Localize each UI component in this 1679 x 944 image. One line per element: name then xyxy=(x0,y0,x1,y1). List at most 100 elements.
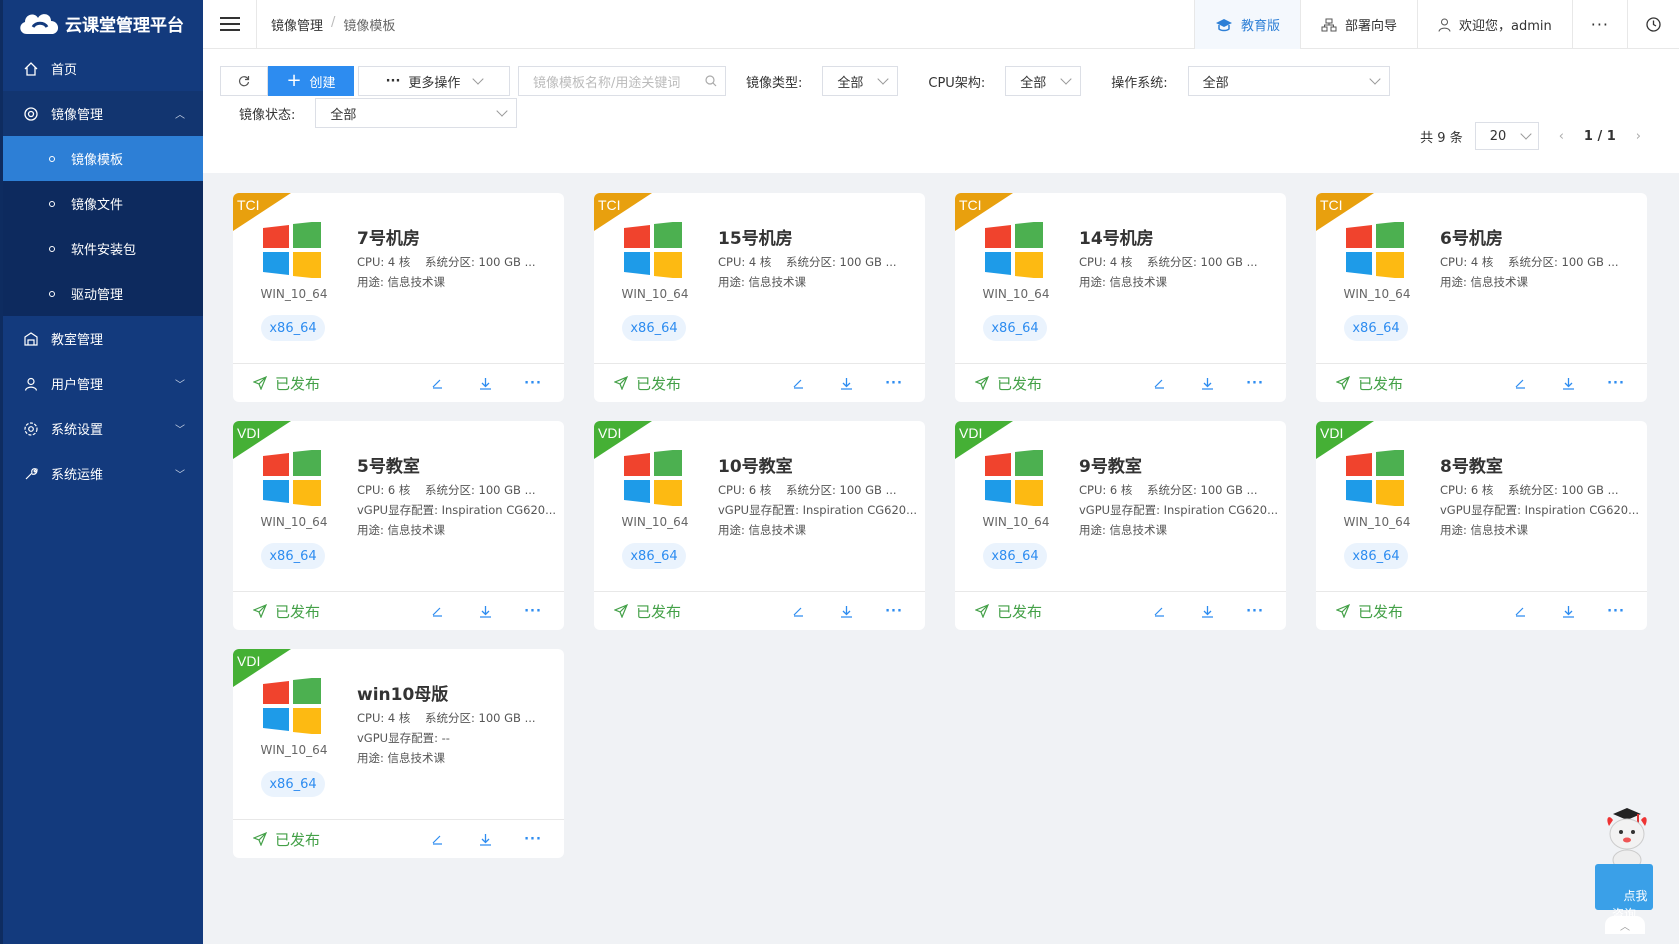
more-actions-button[interactable]: ··· xyxy=(509,376,557,391)
settings-icon xyxy=(23,421,39,437)
spec-line: CPU: 6 核 系统分区: 100 GB ... xyxy=(718,482,918,498)
edit-button[interactable] xyxy=(1496,377,1544,389)
help-mascot[interactable]: 点我 咨询 ︿ xyxy=(1593,804,1663,934)
subitem-label: 镜像文件 xyxy=(71,198,124,213)
image-template-card[interactable]: TCI WIN_10_64 x86_64 7号机房 CPU: 4 核 系统分区: 100… xyxy=(233,193,564,402)
cpu-info: CPU: 4 核 xyxy=(357,255,411,269)
sidebar-item-settings[interactable]: 系统设置 ﹀ xyxy=(3,406,203,451)
sidebar-item-users[interactable]: 用户管理 ﹀ xyxy=(3,361,203,406)
download-button[interactable] xyxy=(1183,605,1231,618)
arch-tag: x86_64 xyxy=(261,315,325,341)
more-actions-button[interactable]: ··· xyxy=(870,604,918,619)
user-icon xyxy=(1438,18,1451,32)
edit-button[interactable] xyxy=(413,833,461,845)
edit-icon xyxy=(793,379,803,389)
breadcrumb-item-image-manage[interactable]: 镜像管理 xyxy=(271,15,323,34)
prev-page-button[interactable]: ‹ xyxy=(1551,129,1572,144)
download-button[interactable] xyxy=(461,833,509,846)
more-actions-button[interactable]: ··· xyxy=(870,376,918,391)
download-button[interactable] xyxy=(822,377,870,390)
more-menu-button[interactable]: ··· xyxy=(1571,0,1627,49)
card-title[interactable]: 15号机房 xyxy=(718,224,793,249)
more-actions-button[interactable]: ··· xyxy=(1592,376,1640,391)
history-button[interactable] xyxy=(1627,0,1679,49)
image-template-card[interactable]: TCI WIN_10_64 x86_64 14号机房 CPU: 4 核 系统分区: 10… xyxy=(955,193,1286,402)
cpu-arch-select[interactable]: 全部 xyxy=(1005,66,1082,96)
edition-button[interactable]: 教育版 xyxy=(1193,0,1300,49)
card-title[interactable]: 10号教室 xyxy=(718,452,793,477)
mascot-rabbit-icon xyxy=(1607,808,1647,870)
card-title[interactable]: win10母版 xyxy=(357,680,448,705)
more-actions-button[interactable]: ··· xyxy=(1231,376,1279,391)
edit-button[interactable] xyxy=(774,605,822,617)
edit-button[interactable] xyxy=(774,377,822,389)
image-template-card[interactable]: VDI WIN_10_64 x86_64 10号教室 CPU: 6 核 系统分区: 10… xyxy=(594,421,925,630)
type-label: VDI xyxy=(598,425,622,441)
edit-icon xyxy=(432,379,442,389)
deploy-guide-button[interactable]: 部署向导 xyxy=(1299,0,1417,49)
download-button[interactable] xyxy=(1544,605,1592,618)
status-select[interactable]: 全部 xyxy=(315,98,518,128)
scroll-top-button[interactable]: ︿ xyxy=(1605,916,1645,934)
home-icon xyxy=(23,61,39,77)
download-button[interactable] xyxy=(461,377,509,390)
edit-button[interactable] xyxy=(413,605,461,617)
search-input[interactable]: 镜像模板名称/用途关键词 xyxy=(518,66,726,96)
spec-line: CPU: 4 核 系统分区: 100 GB ... xyxy=(718,254,918,270)
sidebar-item-classroom[interactable]: 教室管理 xyxy=(3,316,203,361)
usage-info: 用途: 信息技术课 xyxy=(1079,523,1168,537)
more-actions-button[interactable]: ··· xyxy=(1231,604,1279,619)
download-button[interactable] xyxy=(461,605,509,618)
sidebar-item-maintenance[interactable]: 系统运维 ﹀ xyxy=(3,451,203,496)
download-button[interactable] xyxy=(1544,377,1592,390)
status-text: 已发布 xyxy=(1358,374,1404,393)
download-button[interactable] xyxy=(822,605,870,618)
card-title[interactable]: 5号教室 xyxy=(357,452,420,477)
more-actions-dropdown[interactable]: ··· 更多操作 xyxy=(358,66,510,96)
refresh-button[interactable] xyxy=(220,66,268,96)
user-menu[interactable]: 欢迎您，admin xyxy=(1417,0,1572,49)
app-logo[interactable]: 云课堂管理平台 xyxy=(3,0,203,46)
sidebar-item-image-manage[interactable]: 镜像管理 ︿ xyxy=(3,91,203,136)
sidebar-subitem-image-file[interactable]: 镜像文件 xyxy=(3,181,203,226)
card-title[interactable]: 8号教室 xyxy=(1440,452,1503,477)
sidebar-item-home[interactable]: 首页 xyxy=(3,46,203,91)
sidebar-subitem-software-package[interactable]: 软件安装包 xyxy=(3,226,203,271)
more-dots-icon: ··· xyxy=(524,831,542,847)
next-page-button[interactable]: › xyxy=(1628,129,1649,144)
card-title[interactable]: 14号机房 xyxy=(1079,224,1154,249)
os-name: WIN_10_64 xyxy=(1343,287,1411,301)
image-template-card[interactable]: TCI WIN_10_64 x86_64 6号机房 CPU: 4 核 系统分区: 100… xyxy=(1316,193,1647,402)
sidebar-subitem-driver[interactable]: 驱动管理 xyxy=(3,271,203,316)
image-template-card[interactable]: VDI WIN_10_64 x86_64 5号教室 CPU: 6 核 系统分区: 100… xyxy=(233,421,564,630)
sidebar-item-label: 系统设置 xyxy=(51,423,104,438)
os-select[interactable]: 全部 xyxy=(1187,66,1390,96)
image-template-card[interactable]: VDI WIN_10_64 x86_64 win10母版 CPU: 4 核 系统分区: … xyxy=(233,649,564,858)
card-title[interactable]: 9号教室 xyxy=(1079,452,1142,477)
edit-button[interactable] xyxy=(1135,605,1183,617)
image-template-card[interactable]: VDI WIN_10_64 x86_64 8号教室 CPU: 6 核 系统分区: 100… xyxy=(1316,421,1647,630)
os-name: WIN_10_64 xyxy=(621,515,689,529)
menu-toggle-button[interactable] xyxy=(203,0,257,49)
arch-tag: x86_64 xyxy=(622,543,686,569)
card-title[interactable]: 7号机房 xyxy=(357,224,420,249)
edit-button[interactable] xyxy=(1135,377,1183,389)
status-published: 已发布 xyxy=(975,601,1135,622)
arch-tag: x86_64 xyxy=(622,315,686,341)
download-icon xyxy=(1562,605,1574,618)
image-template-card[interactable]: VDI WIN_10_64 x86_64 9号教室 CPU: 6 核 系统分区: 100… xyxy=(955,421,1286,630)
image-template-card[interactable]: TCI WIN_10_64 x86_64 15号机房 CPU: 4 核 系统分区: 10… xyxy=(594,193,925,402)
edit-button[interactable] xyxy=(413,377,461,389)
image-type-select[interactable]: 全部 xyxy=(822,66,899,96)
more-actions-button[interactable]: ··· xyxy=(509,604,557,619)
create-button[interactable]: + 创建 xyxy=(268,66,354,96)
more-actions-button[interactable]: ··· xyxy=(1592,604,1640,619)
download-button[interactable] xyxy=(1183,377,1231,390)
sidebar-subitem-image-template[interactable]: 镜像模板 xyxy=(3,136,203,181)
page-size-select[interactable]: 20 xyxy=(1474,122,1539,150)
welcome-text: 欢迎您，admin xyxy=(1459,19,1552,34)
more-actions-button[interactable]: ··· xyxy=(509,832,557,847)
card-title[interactable]: 6号机房 xyxy=(1440,224,1503,249)
consult-badge[interactable]: 点我 咨询 xyxy=(1595,864,1653,921)
edit-button[interactable] xyxy=(1496,605,1544,617)
